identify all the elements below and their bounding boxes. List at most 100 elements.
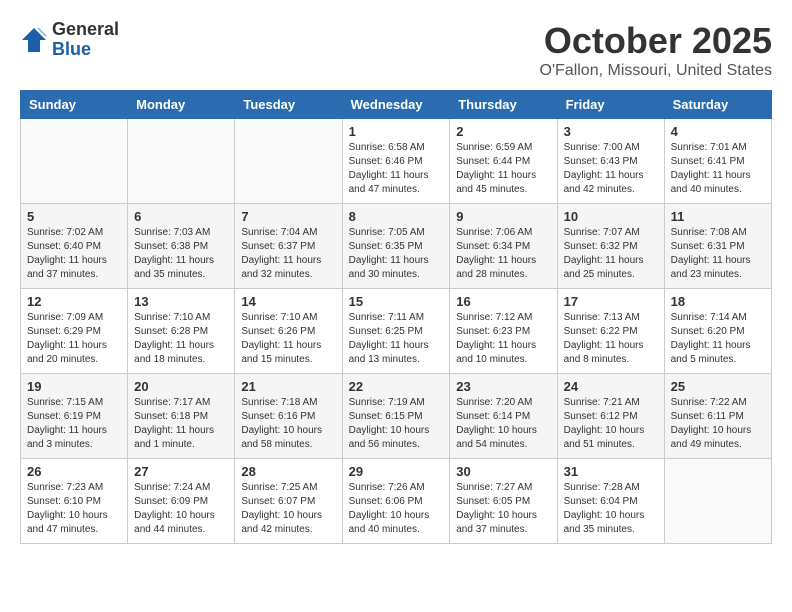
calendar-cell-w2-d5: 9 Sunrise: 7:06 AM Sunset: 6:34 PM Daylig… (450, 204, 557, 289)
day-number: 19 (27, 379, 121, 394)
day-number: 15 (349, 294, 444, 309)
day-number: 16 (456, 294, 550, 309)
calendar-cell-w3-d7: 18Sunrise: 7:14 AM Sunset: 6:20 PM Dayli… (664, 289, 771, 374)
day-number: 1 (349, 124, 444, 139)
day-number: 8 (349, 209, 444, 224)
calendar-cell-w4-d1: 19 Sunrise: 7:15 AM Sunset: 6:19 PM Dayli… (21, 374, 128, 459)
week-row-3: 12 Sunrise: 7:09 AM Sunset: 6:29 PM Dayli… (21, 289, 772, 374)
calendar-cell-w3-d5: 16Sunrise: 7:12 AM Sunset: 6:23 PM Dayli… (450, 289, 557, 374)
logo-blue-text: Blue (52, 40, 119, 60)
calendar-table: Sunday Monday Tuesday Wednesday Thursday… (20, 90, 772, 544)
day-number: 12 (27, 294, 121, 309)
logo: General Blue (20, 20, 119, 60)
calendar-cell-w4-d4: 22 Sunrise: 7:19 AM Sunset: 6:15 PM Dayli… (342, 374, 450, 459)
title-section: October 2025 O'Fallon, Missouri, United … (540, 20, 772, 80)
header-monday: Monday (128, 91, 235, 119)
calendar-cell-w5-d3: 28Sunrise: 7:25 AM Sunset: 6:07 PM Dayli… (235, 459, 342, 544)
day-info: Sunrise: 7:14 AM Sunset: 6:20 PM Dayligh… (671, 311, 765, 367)
day-number: 27 (134, 464, 228, 479)
calendar-cell-w1-d7: 4 Sunrise: 7:01 AM Sunset: 6:41 PM Daylig… (664, 119, 771, 204)
day-number: 23 (456, 379, 550, 394)
day-info: Sunrise: 7:10 AM Sunset: 6:28 PM Dayligh… (134, 311, 228, 367)
calendar-cell-w1-d2 (128, 119, 235, 204)
calendar-cell-w5-d6: 31 Sunrise: 7:28 AM Sunset: 6:04 PM Dayli… (557, 459, 664, 544)
calendar-cell-w3-d6: 17Sunrise: 7:13 AM Sunset: 6:22 PM Dayli… (557, 289, 664, 374)
calendar-cell-w3-d3: 14Sunrise: 7:10 AM Sunset: 6:26 PM Dayli… (235, 289, 342, 374)
day-info: Sunrise: 7:00 AM Sunset: 6:43 PM Dayligh… (564, 141, 658, 197)
week-row-1: 1 Sunrise: 6:58 AM Sunset: 6:46 PM Daylig… (21, 119, 772, 204)
calendar-cell-w2-d2: 6 Sunrise: 7:03 AM Sunset: 6:38 PM Daylig… (128, 204, 235, 289)
calendar-cell-w4-d6: 24 Sunrise: 7:21 AM Sunset: 6:12 PM Dayli… (557, 374, 664, 459)
day-number: 7 (241, 209, 335, 224)
day-number: 29 (349, 464, 444, 479)
day-info: Sunrise: 6:59 AM Sunset: 6:44 PM Dayligh… (456, 141, 550, 197)
page-header: General Blue October 2025 O'Fallon, Miss… (20, 20, 772, 80)
header-thursday: Thursday (450, 91, 557, 119)
day-number: 24 (564, 379, 658, 394)
day-number: 11 (671, 209, 765, 224)
day-number: 9 (456, 209, 550, 224)
header-saturday: Saturday (664, 91, 771, 119)
day-number: 31 (564, 464, 658, 479)
calendar-cell-w2-d1: 5 Sunrise: 7:02 AM Sunset: 6:40 PM Daylig… (21, 204, 128, 289)
day-info: Sunrise: 7:09 AM Sunset: 6:29 PM Dayligh… (27, 311, 121, 367)
location-title: O'Fallon, Missouri, United States (540, 62, 772, 80)
header-wednesday: Wednesday (342, 91, 450, 119)
header-sunday: Sunday (21, 91, 128, 119)
day-number: 25 (671, 379, 765, 394)
day-number: 2 (456, 124, 550, 139)
day-info: Sunrise: 7:01 AM Sunset: 6:41 PM Dayligh… (671, 141, 765, 197)
day-info: Sunrise: 7:02 AM Sunset: 6:40 PM Dayligh… (27, 226, 121, 282)
calendar-cell-w5-d1: 26Sunrise: 7:23 AM Sunset: 6:10 PM Dayli… (21, 459, 128, 544)
calendar-cell-w4-d5: 23Sunrise: 7:20 AM Sunset: 6:14 PM Dayli… (450, 374, 557, 459)
day-info: Sunrise: 7:19 AM Sunset: 6:15 PM Dayligh… (349, 396, 444, 452)
week-row-4: 19 Sunrise: 7:15 AM Sunset: 6:19 PM Dayli… (21, 374, 772, 459)
day-number: 6 (134, 209, 228, 224)
day-number: 22 (349, 379, 444, 394)
calendar-cell-w1-d5: 2 Sunrise: 6:59 AM Sunset: 6:44 PM Daylig… (450, 119, 557, 204)
calendar-cell-w5-d4: 29Sunrise: 7:26 AM Sunset: 6:06 PM Dayli… (342, 459, 450, 544)
day-info: Sunrise: 7:03 AM Sunset: 6:38 PM Dayligh… (134, 226, 228, 282)
day-number: 17 (564, 294, 658, 309)
day-info: Sunrise: 7:15 AM Sunset: 6:19 PM Dayligh… (27, 396, 121, 452)
week-row-2: 5 Sunrise: 7:02 AM Sunset: 6:40 PM Daylig… (21, 204, 772, 289)
day-number: 10 (564, 209, 658, 224)
day-info: Sunrise: 7:07 AM Sunset: 6:32 PM Dayligh… (564, 226, 658, 282)
day-number: 4 (671, 124, 765, 139)
day-info: Sunrise: 7:23 AM Sunset: 6:10 PM Dayligh… (27, 481, 121, 537)
day-info: Sunrise: 7:05 AM Sunset: 6:35 PM Dayligh… (349, 226, 444, 282)
day-info: Sunrise: 7:27 AM Sunset: 6:05 PM Dayligh… (456, 481, 550, 537)
calendar-cell-w1-d4: 1 Sunrise: 6:58 AM Sunset: 6:46 PM Daylig… (342, 119, 450, 204)
day-info: Sunrise: 7:11 AM Sunset: 6:25 PM Dayligh… (349, 311, 444, 367)
day-info: Sunrise: 7:21 AM Sunset: 6:12 PM Dayligh… (564, 396, 658, 452)
day-info: Sunrise: 7:10 AM Sunset: 6:26 PM Dayligh… (241, 311, 335, 367)
calendar-cell-w2-d6: 10 Sunrise: 7:07 AM Sunset: 6:32 PM Dayli… (557, 204, 664, 289)
calendar-cell-w1-d3 (235, 119, 342, 204)
day-number: 30 (456, 464, 550, 479)
day-info: Sunrise: 7:24 AM Sunset: 6:09 PM Dayligh… (134, 481, 228, 537)
header-tuesday: Tuesday (235, 91, 342, 119)
day-info: Sunrise: 7:06 AM Sunset: 6:34 PM Dayligh… (456, 226, 550, 282)
calendar-cell-w5-d2: 27 Sunrise: 7:24 AM Sunset: 6:09 PM Dayli… (128, 459, 235, 544)
calendar-cell-w5-d7 (664, 459, 771, 544)
day-number: 5 (27, 209, 121, 224)
weekday-header-row: Sunday Monday Tuesday Wednesday Thursday… (21, 91, 772, 119)
day-info: Sunrise: 7:22 AM Sunset: 6:11 PM Dayligh… (671, 396, 765, 452)
day-info: Sunrise: 7:28 AM Sunset: 6:04 PM Dayligh… (564, 481, 658, 537)
day-info: Sunrise: 6:58 AM Sunset: 6:46 PM Dayligh… (349, 141, 444, 197)
day-number: 20 (134, 379, 228, 394)
calendar-cell-w4-d2: 20Sunrise: 7:17 AM Sunset: 6:18 PM Dayli… (128, 374, 235, 459)
week-row-5: 26Sunrise: 7:23 AM Sunset: 6:10 PM Dayli… (21, 459, 772, 544)
calendar-cell-w1-d6: 3 Sunrise: 7:00 AM Sunset: 6:43 PM Daylig… (557, 119, 664, 204)
calendar-cell-w2-d7: 11 Sunrise: 7:08 AM Sunset: 6:31 PM Dayli… (664, 204, 771, 289)
day-info: Sunrise: 7:08 AM Sunset: 6:31 PM Dayligh… (671, 226, 765, 282)
day-number: 3 (564, 124, 658, 139)
calendar-cell-w4-d7: 25 Sunrise: 7:22 AM Sunset: 6:11 PM Dayli… (664, 374, 771, 459)
calendar-cell-w3-d2: 13 Sunrise: 7:10 AM Sunset: 6:28 PM Dayli… (128, 289, 235, 374)
logo-general-text: General (52, 20, 119, 40)
day-number: 13 (134, 294, 228, 309)
calendar-cell-w2-d4: 8 Sunrise: 7:05 AM Sunset: 6:35 PM Daylig… (342, 204, 450, 289)
calendar-cell-w4-d3: 21Sunrise: 7:18 AM Sunset: 6:16 PM Dayli… (235, 374, 342, 459)
day-number: 21 (241, 379, 335, 394)
calendar-cell-w3-d1: 12 Sunrise: 7:09 AM Sunset: 6:29 PM Dayli… (21, 289, 128, 374)
